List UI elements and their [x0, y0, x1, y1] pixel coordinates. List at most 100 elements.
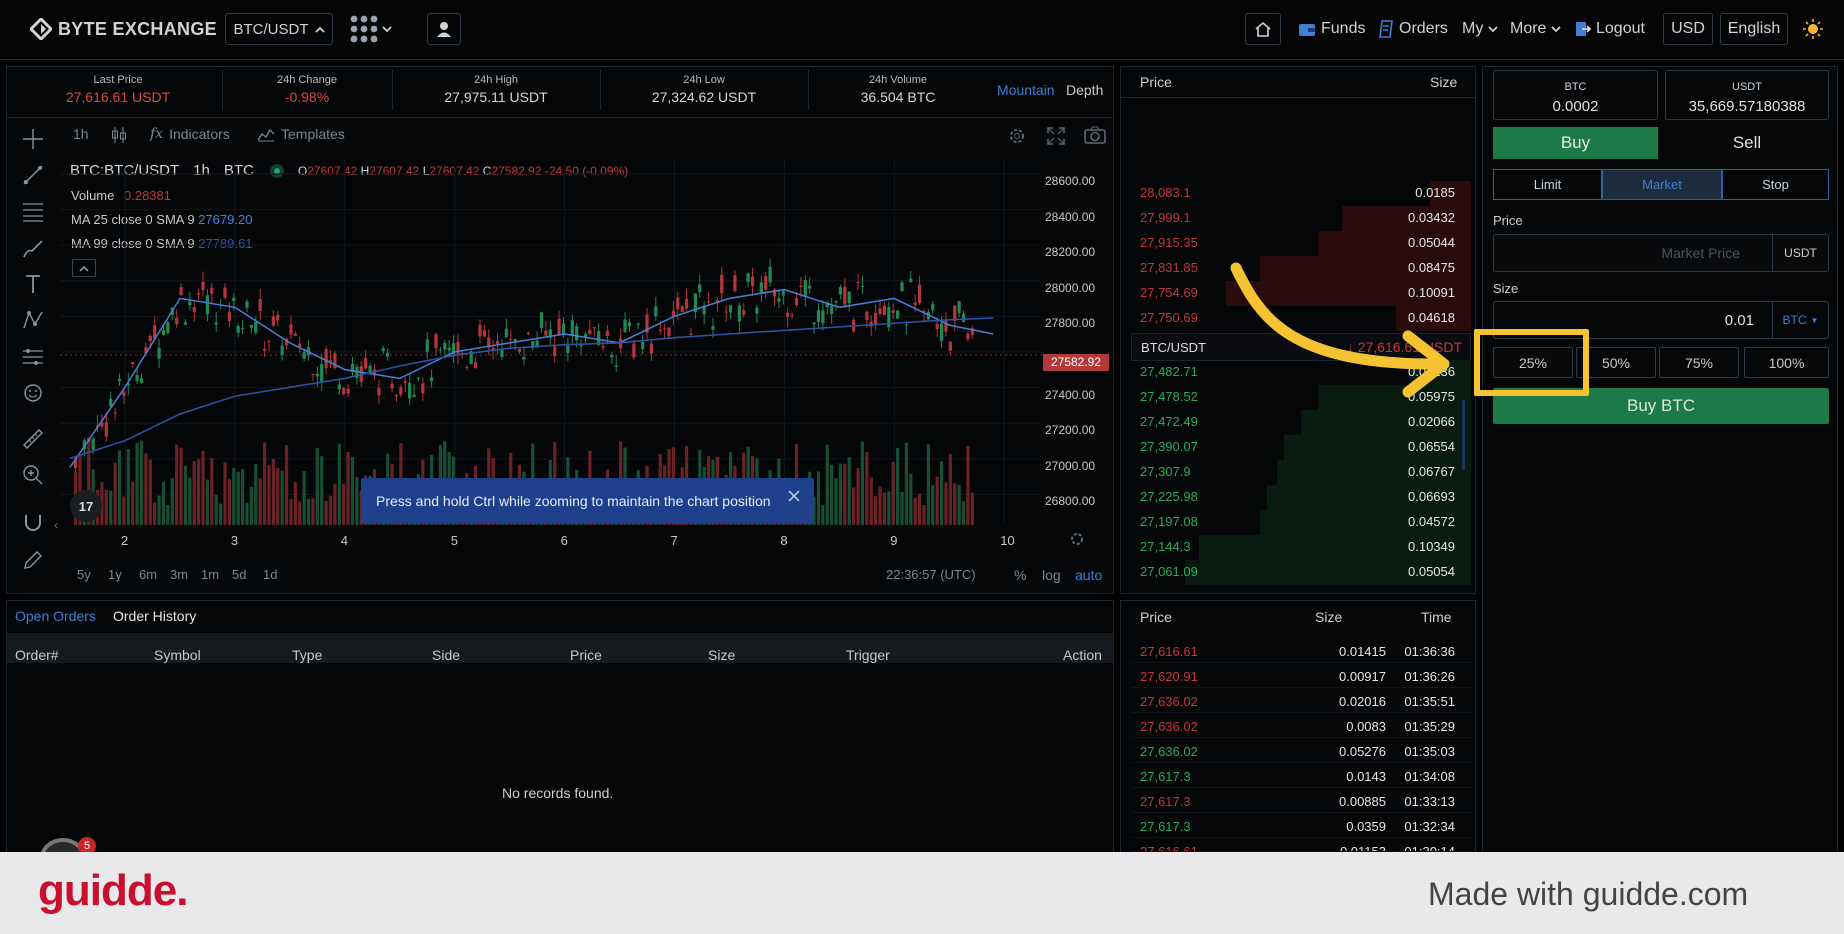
- logout-icon: [1576, 22, 1591, 36]
- fib-tool[interactable]: [21, 199, 45, 223]
- interval-label: 1h: [73, 126, 89, 142]
- mode-depth[interactable]: Depth: [1066, 82, 1103, 98]
- pair-selector[interactable]: BTC/USDT: [225, 13, 333, 45]
- order-type-market[interactable]: Market: [1602, 169, 1722, 200]
- percent-scale-toggle[interactable]: %: [1014, 567, 1026, 583]
- sell-tab[interactable]: Sell: [1665, 127, 1829, 159]
- timeframe-3m[interactable]: 3m: [170, 567, 188, 582]
- percent-100-button[interactable]: 100%: [1744, 347, 1829, 378]
- timeframe-6m[interactable]: 6m: [139, 567, 157, 582]
- interval-button[interactable]: 1h: [73, 126, 89, 142]
- bid-row[interactable]: 27,307.9 0.06767: [1131, 460, 1471, 485]
- trendline-tool[interactable]: [21, 163, 45, 187]
- volume-bar: [333, 483, 337, 525]
- mode-mountain[interactable]: Mountain: [997, 82, 1055, 98]
- price-chart[interactable]: [60, 160, 1045, 525]
- scroll-left-icon[interactable]: ‹: [54, 518, 58, 532]
- volume-bar: [939, 461, 944, 525]
- order-type-stop[interactable]: Stop: [1722, 169, 1829, 200]
- volume-bar: [210, 458, 214, 525]
- logo[interactable]: BYTE EXCHANGE: [30, 18, 217, 40]
- volume-bar: [311, 498, 315, 525]
- candle-body: [421, 383, 425, 394]
- bid-row[interactable]: 27,197.08 0.04572: [1131, 510, 1471, 535]
- size-unit-selector[interactable]: BTC ▼: [1772, 302, 1828, 338]
- volume-bar: [948, 453, 952, 525]
- order-type-limit[interactable]: Limit: [1493, 169, 1602, 200]
- indicators-button[interactable]: fx Indicators: [150, 126, 230, 142]
- candle-body: [724, 311, 728, 313]
- time-axis-settings[interactable]: [1069, 531, 1085, 552]
- percent-75-button[interactable]: 75%: [1659, 347, 1739, 378]
- emoji-tool[interactable]: [21, 381, 45, 405]
- bid-row[interactable]: 27,061.09 0.05054: [1131, 560, 1471, 585]
- stat-value: 27,324.62 USDT: [651, 89, 757, 105]
- nav-logout[interactable]: Logout: [1575, 13, 1645, 45]
- timeframe-1m[interactable]: 1m: [201, 567, 219, 582]
- candle-type-button[interactable]: [110, 126, 128, 144]
- fullscreen-button[interactable]: [1046, 126, 1066, 146]
- timeframe-1y[interactable]: 1y: [108, 567, 122, 582]
- bid-size: 0.10349: [1408, 539, 1455, 554]
- brush-icon: [23, 240, 43, 258]
- price-input[interactable]: Market Price USDT: [1493, 234, 1829, 272]
- volume-bar: [148, 459, 152, 525]
- mid-pair: BTC/USDT: [1141, 340, 1206, 355]
- magnet-tool[interactable]: [21, 511, 45, 535]
- chart-settings-button[interactable]: [1007, 126, 1027, 146]
- ruler-tool[interactable]: [21, 427, 45, 451]
- language-selector[interactable]: English: [1720, 13, 1788, 45]
- col-trigger: Trigger: [846, 647, 890, 663]
- tradingview-logo-icon[interactable]: 17: [70, 490, 102, 522]
- bid-row[interactable]: 27,225.98 0.06693: [1131, 485, 1471, 510]
- screenshot-button[interactable]: [1084, 126, 1106, 144]
- balance-btc: BTC 0.0002: [1493, 70, 1658, 120]
- volume-bar: [860, 441, 865, 525]
- pattern-tool[interactable]: [21, 308, 45, 332]
- bid-row[interactable]: 27,472.49 0.02066: [1131, 410, 1471, 435]
- lock-drawing-tool[interactable]: [21, 548, 45, 572]
- trade-row: 27,636.02 0.0083 01:35:29: [1131, 713, 1471, 738]
- templates-button[interactable]: Templates: [257, 126, 345, 142]
- buy-tab[interactable]: Buy: [1493, 127, 1658, 159]
- nav-funds[interactable]: Funds: [1298, 13, 1365, 45]
- orders-icon: [1379, 20, 1393, 38]
- tab-open-orders[interactable]: Open Orders: [15, 608, 96, 624]
- guidde-tagline[interactable]: Made with guidde.com: [1428, 876, 1748, 913]
- trade-time: 01:30:14: [1404, 844, 1455, 852]
- bid-row[interactable]: 27,390.07 0.06554: [1131, 435, 1471, 460]
- text-tool[interactable]: [21, 272, 45, 296]
- ask-row[interactable]: 28,083.1 0.0185: [1131, 181, 1471, 206]
- trade-time: 01:35:03: [1404, 744, 1455, 759]
- candle-body: [605, 330, 610, 337]
- guidde-logo[interactable]: guidde.: [38, 866, 188, 916]
- tab-order-history[interactable]: Order History: [113, 608, 196, 624]
- timeframe-1d[interactable]: 1d: [263, 567, 277, 582]
- volume-bar: [874, 496, 878, 525]
- nav-more-menu[interactable]: More: [1510, 13, 1562, 45]
- volume-bar: [821, 504, 825, 525]
- timeframe-5d[interactable]: 5d: [232, 567, 246, 582]
- theme-toggle[interactable]: [1803, 13, 1823, 45]
- zoom-tool[interactable]: [21, 463, 45, 487]
- currency-selector[interactable]: USD: [1663, 13, 1713, 45]
- bid-row[interactable]: 27,144.3 0.10349: [1131, 535, 1471, 560]
- ask-row[interactable]: 27,915.35 0.05044: [1131, 231, 1471, 256]
- brush-tool[interactable]: [21, 236, 45, 260]
- scrollbar[interactable]: [1462, 400, 1465, 470]
- timeframe-5y[interactable]: 5y: [77, 567, 91, 582]
- auto-scale-toggle[interactable]: auto: [1075, 567, 1102, 583]
- close-icon[interactable]: [788, 490, 800, 502]
- candle-body: [245, 301, 249, 308]
- volume-bar: [917, 493, 922, 525]
- stat-label: Last Price: [93, 74, 143, 86]
- user-button[interactable]: [427, 13, 461, 45]
- apps-menu-button[interactable]: [350, 14, 398, 44]
- nav-my-menu[interactable]: My: [1462, 13, 1498, 45]
- home-button[interactable]: [1245, 13, 1281, 45]
- nav-orders[interactable]: Orders: [1378, 13, 1448, 45]
- prediction-tool[interactable]: [21, 345, 45, 369]
- crosshair-tool[interactable]: [21, 127, 45, 151]
- log-scale-toggle[interactable]: log: [1042, 567, 1061, 583]
- ask-row[interactable]: 27,999.1 0.03432: [1131, 206, 1471, 231]
